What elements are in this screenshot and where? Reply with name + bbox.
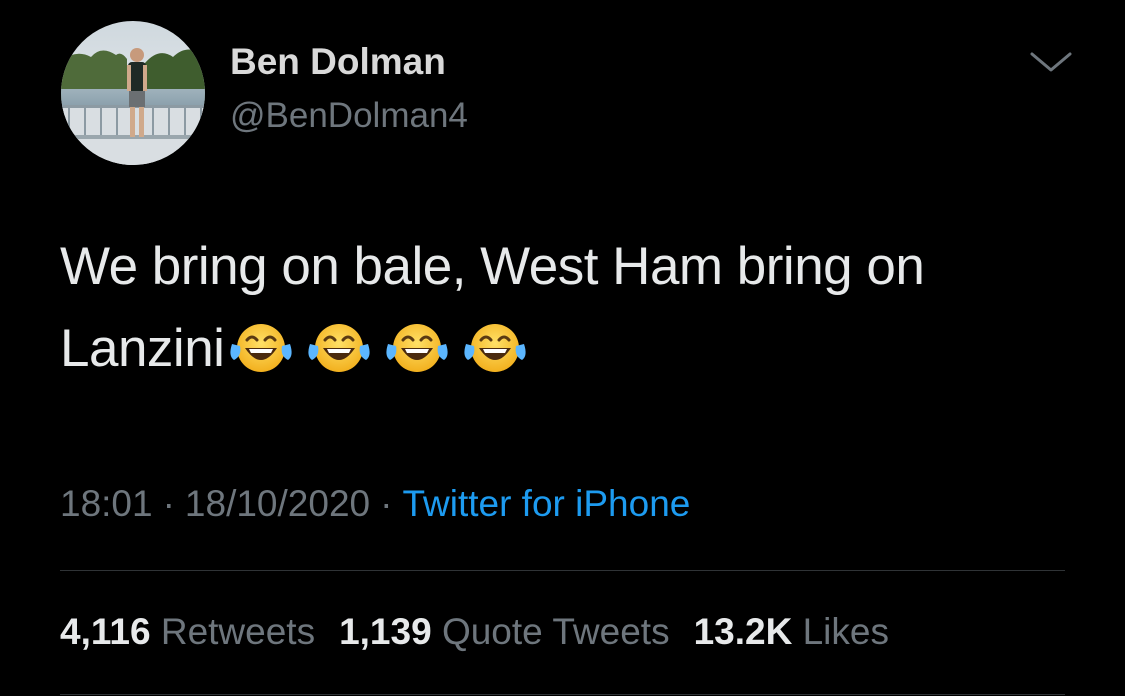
tweet: Ben Dolman @BenDolman4 We bring on bale,… [0, 0, 1125, 696]
tweet-date[interactable]: 18/10/2020 [185, 483, 370, 524]
quote-tweets-stat[interactable]: 1,139 Quote Tweets [339, 610, 670, 654]
meta-separator: · [380, 483, 393, 524]
face-with-tears-of-joy-icon [463, 322, 528, 374]
retweets-label: Retweets [160, 611, 316, 652]
meta-separator: · [162, 483, 175, 524]
more-options-button[interactable] [1026, 44, 1076, 80]
likes-count: 13.2K [693, 611, 793, 652]
likes-label: Likes [802, 611, 889, 652]
avatar[interactable] [61, 21, 205, 165]
likes-stat[interactable]: 13.2K Likes [694, 610, 889, 654]
divider [60, 570, 1065, 571]
face-with-tears-of-joy-icon [307, 322, 372, 374]
tweet-body: We bring on bale, West Ham bring on Lanz… [60, 226, 1100, 393]
quote-tweets-count: 1,139 [339, 611, 432, 652]
emoji-group [228, 305, 540, 387]
tweet-time[interactable]: 18:01 [60, 483, 153, 524]
divider [60, 694, 1065, 695]
tweet-meta: 18:01 · 18/10/2020 · Twitter for iPhone [60, 482, 690, 526]
face-with-tears-of-joy-icon [229, 322, 294, 374]
face-with-tears-of-joy-icon [385, 322, 450, 374]
author-handle[interactable]: @BenDolman4 [230, 95, 468, 137]
chevron-down-icon [1030, 52, 1072, 72]
tweet-stats: 4,116 Retweets 1,139 Quote Tweets 13.2K Li… [60, 610, 913, 654]
retweets-stat[interactable]: 4,116 Retweets [60, 610, 315, 654]
quote-tweets-label: Quote Tweets [441, 611, 670, 652]
retweets-count: 4,116 [60, 611, 151, 652]
tweet-source-link[interactable]: Twitter for iPhone [402, 483, 690, 524]
author-display-name[interactable]: Ben Dolman [230, 40, 446, 84]
avatar-photo [61, 21, 205, 165]
